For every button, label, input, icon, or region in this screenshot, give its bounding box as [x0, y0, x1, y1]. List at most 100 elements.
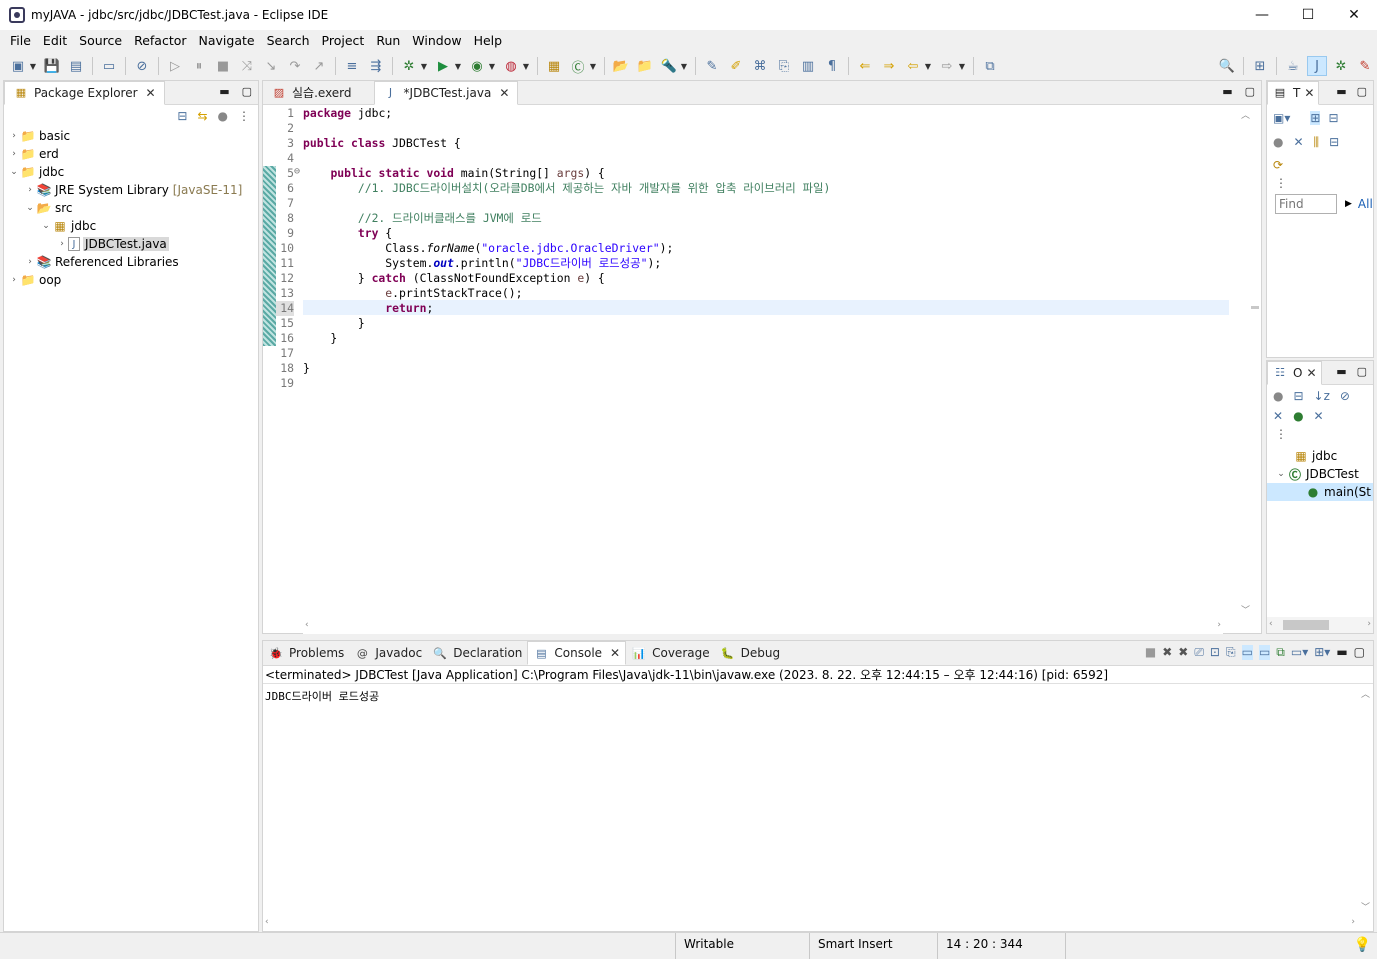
filters-icon[interactable]: ●: [218, 109, 228, 123]
editor-horizontal-scrollbar[interactable]: ‹ ›: [303, 618, 1223, 634]
chevron-down-icon[interactable]: ⌄: [8, 167, 20, 177]
close-icon[interactable]: ✕: [499, 86, 509, 100]
show-on-stderr-icon[interactable]: ▭: [1258, 645, 1271, 660]
close-icon[interactable]: ✕: [1304, 86, 1314, 100]
find-input[interactable]: [1275, 194, 1337, 214]
chevron-down-icon[interactable]: ⌄: [24, 203, 36, 213]
minimize-view-icon[interactable]: ▬: [1336, 365, 1346, 378]
code-text[interactable]: package jdbc; public class JDBCTest { pu…: [303, 106, 1229, 606]
close-icon[interactable]: ✕: [1306, 366, 1316, 380]
tab-package-explorer[interactable]: ▦ Package Explorer ✕: [4, 80, 165, 105]
toggle-block-icon[interactable]: ⌘: [750, 56, 770, 76]
chevron-right-icon[interactable]: ›: [8, 275, 20, 285]
scroll-down-icon[interactable]: ﹀: [1361, 900, 1370, 913]
pin-editor-icon[interactable]: ⧉: [980, 56, 1000, 76]
tree-item[interactable]: ⌄ 📁 jdbc: [8, 163, 258, 181]
scroll-left-icon[interactable]: ‹: [305, 620, 309, 630]
maximize-view-icon[interactable]: ▢: [1354, 645, 1365, 660]
tree-item[interactable]: ⌄ 📂 src: [8, 199, 258, 217]
tree-item[interactable]: › 📁 erd: [8, 145, 258, 163]
search-tool-icon[interactable]: 🔦: [659, 56, 679, 76]
view-menu-icon[interactable]: ⋮: [238, 109, 250, 123]
menu-project[interactable]: Project: [316, 30, 371, 52]
tree-item[interactable]: › 📚 JRE System Library [JavaSE-11]: [8, 181, 258, 199]
minimize-view-icon[interactable]: ▬: [219, 85, 229, 98]
view-menu-icon[interactable]: ⋮: [1267, 425, 1373, 443]
external-tools-icon[interactable]: ◍: [501, 56, 521, 76]
menu-navigate[interactable]: Navigate: [193, 30, 261, 52]
menu-edit[interactable]: Edit: [37, 30, 73, 52]
outline-item[interactable]: ● main(St: [1267, 483, 1373, 501]
next-annotation-icon[interactable]: ⇒: [879, 56, 899, 76]
resume-icon[interactable]: ▷: [165, 56, 185, 76]
step-into-icon[interactable]: ↘: [261, 56, 281, 76]
remove-launch-icon[interactable]: ✖: [1162, 645, 1172, 660]
all-link[interactable]: All: [1358, 197, 1373, 211]
maximize-button[interactable]: ☐: [1285, 0, 1331, 30]
save-icon[interactable]: 💾: [42, 56, 62, 76]
tree-item[interactable]: › 📁 basic: [8, 127, 258, 145]
chevron-right-icon[interactable]: ›: [24, 185, 36, 195]
minimize-view-icon[interactable]: ▬: [1336, 85, 1346, 98]
menu-run[interactable]: Run: [370, 30, 406, 52]
tree-item[interactable]: › 📚 Referenced Libraries: [8, 253, 258, 271]
sort-icon[interactable]: ↓z: [1314, 389, 1330, 403]
editor-vertical-scrollbar[interactable]: ︿ ﹀: [1237, 106, 1253, 618]
hide-static-icon[interactable]: ✕: [1273, 409, 1283, 423]
console-output[interactable]: JDBC드라이버 로드성공: [263, 684, 1373, 708]
hide-fields-icon[interactable]: ⊘: [1340, 389, 1350, 403]
word-wrap-icon[interactable]: ⎘: [1226, 645, 1236, 660]
chevron-right-icon[interactable]: ›: [8, 149, 20, 159]
menu-refactor[interactable]: Refactor: [128, 30, 192, 52]
outline-item[interactable]: ⌄ Ⓒ JDBCTest: [1267, 465, 1373, 483]
step-return-icon[interactable]: ↗: [309, 56, 329, 76]
new-class-icon[interactable]: Ⓒ: [568, 56, 588, 76]
close-button[interactable]: ✕: [1331, 0, 1377, 30]
tab-task-list[interactable]: ▤ T ✕: [1267, 80, 1320, 105]
collapse-all-icon[interactable]: ⊟: [1293, 389, 1303, 403]
console-vertical-scrollbar[interactable]: ︿ ﹀: [1357, 685, 1373, 915]
run-icon[interactable]: ▶: [433, 56, 453, 76]
scroll-right-icon[interactable]: ›: [1217, 620, 1221, 630]
new-package-icon[interactable]: ▦: [544, 56, 564, 76]
use-step-filters-icon[interactable]: ≡: [342, 56, 362, 76]
open-console-icon[interactable]: ⊞▾: [1314, 645, 1330, 660]
pin-console-icon[interactable]: ⧉: [1276, 645, 1285, 660]
clear-console-icon[interactable]: ⎚: [1194, 645, 1204, 660]
tip-lightbulb-icon[interactable]: 💡: [1354, 937, 1371, 953]
new-task-icon[interactable]: ▣▾: [1273, 111, 1290, 125]
fold-icon[interactable]: ⊖: [294, 166, 300, 177]
minimize-button[interactable]: —: [1239, 0, 1285, 30]
view-menu-icon[interactable]: ⋮: [1267, 176, 1373, 190]
tab-console[interactable]: ▤ Console ✕: [527, 641, 627, 665]
drop-to-frame-icon[interactable]: ⇶: [366, 56, 386, 76]
close-icon[interactable]: ✕: [146, 86, 156, 100]
link-with-editor-icon[interactable]: ⇆: [197, 109, 207, 123]
tab-debug[interactable]: 🐛 Debug: [715, 641, 785, 665]
terminate-icon[interactable]: ■: [1145, 645, 1156, 660]
chevron-down-icon[interactable]: ▼: [28, 56, 38, 76]
open-type-icon[interactable]: 📂: [611, 56, 631, 76]
block-selection-icon[interactable]: ▥: [798, 56, 818, 76]
disconnect-icon[interactable]: ⤨: [237, 56, 257, 76]
chevron-down-icon[interactable]: ⌄: [1275, 469, 1287, 479]
open-task-icon[interactable]: 📁: [635, 56, 655, 76]
open-console-icon[interactable]: ▭: [99, 56, 119, 76]
display-console-icon[interactable]: ▭▾: [1291, 645, 1308, 660]
forward-icon[interactable]: ⇨: [937, 56, 957, 76]
scroll-up-icon[interactable]: ︿: [1361, 687, 1370, 700]
scroll-left-icon[interactable]: ‹: [265, 917, 269, 927]
tab-outline[interactable]: ☷ O ✕: [1267, 360, 1322, 385]
filters-icon[interactable]: ●: [1273, 389, 1283, 403]
save-all-icon[interactable]: ▤: [66, 56, 86, 76]
focus-icon[interactable]: ⫼: [1314, 135, 1320, 150]
scroll-lock-icon[interactable]: ⊡: [1210, 645, 1220, 660]
hide-non-public-icon[interactable]: ●: [1293, 409, 1303, 423]
maximize-view-icon[interactable]: ▢: [1357, 85, 1367, 98]
chevron-down-icon[interactable]: ▼: [679, 56, 689, 76]
tab-javadoc[interactable]: @ Javadoc: [349, 641, 427, 665]
scroll-right-icon[interactable]: ›: [1351, 917, 1355, 927]
scroll-left-icon[interactable]: ‹: [1269, 619, 1273, 629]
menu-search[interactable]: Search: [261, 30, 316, 52]
debug-perspective-icon[interactable]: ✲: [1331, 56, 1351, 76]
